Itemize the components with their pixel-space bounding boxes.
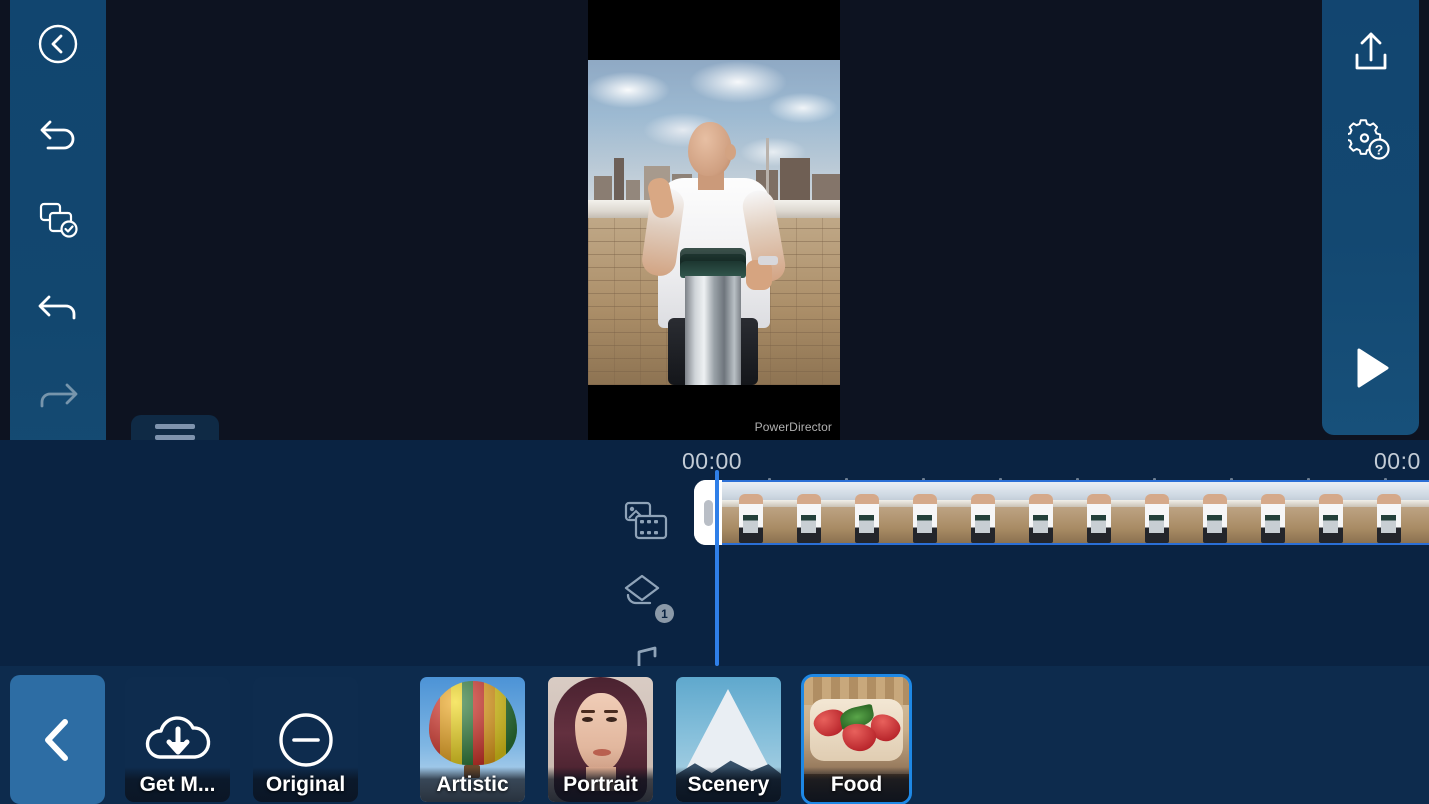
filmstrip-frame: [780, 482, 838, 543]
thermos-overlay: [680, 248, 746, 385]
category-thumb-portrait[interactable]: Portrait: [548, 677, 653, 802]
arrow-left-icon: [38, 295, 76, 320]
redo-step-button[interactable]: [10, 352, 106, 440]
bottom-effects-bar: Get M... Original Artistic Portrait Scen…: [0, 666, 1429, 804]
preview-area: PowerDirector: [0, 0, 1429, 440]
category-thumb-scenery[interactable]: Scenery: [676, 677, 781, 802]
settings-help-button[interactable]: ?: [1322, 96, 1419, 186]
duplicate-check-button[interactable]: [10, 176, 106, 264]
clip-filmstrip: [722, 480, 1429, 545]
filmstrip-frame: [1418, 482, 1429, 543]
filmstrip-frame: [1360, 482, 1418, 543]
gear-question-icon: ?: [1347, 119, 1390, 160]
chevron-left-circle-icon: [38, 24, 78, 64]
filmstrip-frame: [896, 482, 954, 543]
portrait-label: Portrait: [548, 767, 653, 802]
time-end-label: 00:0: [1374, 448, 1421, 474]
handle-line-1: [155, 424, 195, 429]
filmstrip-frame: [1186, 482, 1244, 543]
filmstrip-frame: [838, 482, 896, 543]
undo-arrow-button[interactable]: [10, 88, 106, 176]
app-root: PowerDirector ? 00:00 00:0 1 Get M... Or…: [0, 0, 1429, 804]
play-triangle-icon: [1357, 348, 1388, 388]
time-start-label: 00:00: [682, 448, 743, 474]
original-tile[interactable]: Original: [253, 677, 358, 802]
filmstrip-frame: [1302, 482, 1360, 543]
filmstrip-frame: [722, 482, 780, 543]
play-button[interactable]: [1322, 323, 1419, 413]
food-label: Food: [804, 767, 909, 802]
bottom-back-button[interactable]: [10, 675, 105, 804]
filmstrip-frame: [1012, 482, 1070, 543]
arrow-right-icon: [40, 383, 78, 408]
video-track-icon-button[interactable]: [620, 485, 672, 557]
chevron-left-icon: [44, 718, 68, 761]
original-label: Original: [253, 767, 358, 802]
undo-curved-icon: [40, 120, 75, 150]
category-thumb-food[interactable]: Food: [801, 674, 912, 804]
main-video-clip[interactable]: [694, 480, 1429, 545]
filmstrip-frame: [954, 482, 1012, 543]
video-preview[interactable]: PowerDirector: [588, 0, 840, 440]
video-frame: [588, 60, 840, 385]
back-circle-button[interactable]: [10, 0, 106, 88]
right-toolbar: ?: [1322, 0, 1419, 435]
media-film-icon: [624, 501, 668, 540]
overlay-track-icon-button[interactable]: 1: [620, 557, 674, 629]
svg-text:?: ?: [1374, 142, 1383, 158]
timeline-panel: 00:00 00:0 1: [0, 440, 1429, 701]
playhead-indicator[interactable]: [715, 470, 719, 666]
get-more-label: Get M...: [125, 767, 230, 802]
get-more-tile[interactable]: Get M...: [125, 677, 230, 802]
upload-share-icon: [1355, 32, 1386, 70]
artistic-label: Artistic: [420, 767, 525, 802]
filmstrip-frame: [1070, 482, 1128, 543]
filmstrip-frame: [1244, 482, 1302, 543]
undo-step-button[interactable]: [10, 264, 106, 352]
filmstrip-frame: [1128, 482, 1186, 543]
category-thumb-artistic[interactable]: Artistic: [420, 677, 525, 802]
scenery-label: Scenery: [676, 767, 781, 802]
export-button[interactable]: [1322, 6, 1419, 96]
duplicate-check-icon: [39, 202, 78, 238]
watermark-label: PowerDirector: [754, 420, 832, 434]
overlay-track-badge: 1: [655, 604, 674, 623]
